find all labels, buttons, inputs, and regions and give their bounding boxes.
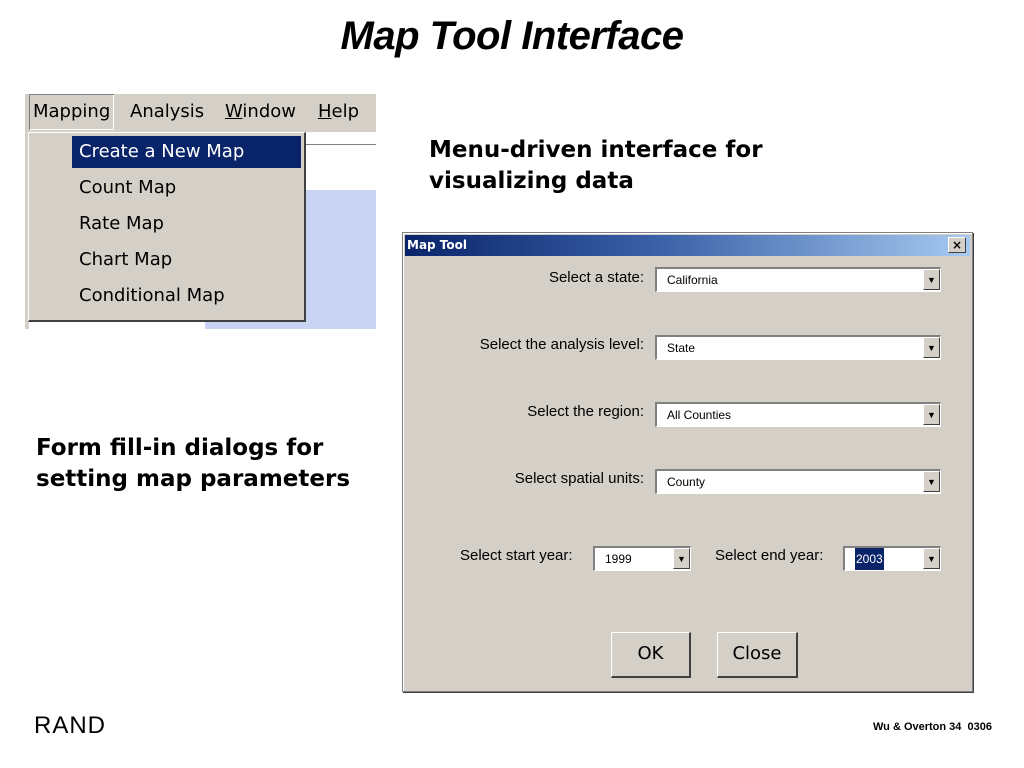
rand-logo: RAND <box>34 712 107 739</box>
end-year-value: 2003 <box>855 548 884 570</box>
menu-window-mnemonic: W <box>225 101 243 122</box>
caption-menu: Menu-driven interface for visualizing da… <box>429 137 763 194</box>
dropdown-arrow-icon[interactable]: ▼ <box>923 548 940 569</box>
dropdown-arrow-icon[interactable]: ▼ <box>923 337 940 358</box>
footer-reference: Wu & Overton 34 0306 <box>872 721 992 733</box>
state-label: Select a state: <box>548 269 644 286</box>
menu-analysis[interactable]: Analysis <box>126 94 208 130</box>
spatial-units-select[interactable]: County ▼ <box>655 469 941 494</box>
start-year-select[interactable]: 1999 ▼ <box>593 546 691 571</box>
end-year-label: Select end year: <box>715 547 824 564</box>
menu-item-conditional-map[interactable]: Conditional Map <box>72 280 301 312</box>
state-value: California <box>667 273 718 287</box>
menu-item-chart-map[interactable]: Chart Map <box>72 244 301 276</box>
dialog-titlebar: Map Tool × <box>405 235 970 256</box>
map-tool-dialog: Map Tool × Select a state: California ▼ … <box>402 232 973 692</box>
menu-window[interactable]: Window <box>221 94 300 130</box>
menu-item-rate-map[interactable]: Rate Map <box>72 208 301 240</box>
spatial-units-label: Select spatial units: <box>514 470 644 487</box>
analysis-level-select[interactable]: State ▼ <box>655 335 941 360</box>
end-year-select[interactable]: 2003 ▼ <box>843 546 941 571</box>
dropdown-arrow-icon[interactable]: ▼ <box>923 269 940 290</box>
region-value: All Counties <box>667 408 732 422</box>
background-field <box>305 144 376 175</box>
menu-help-mnemonic: H <box>318 101 332 122</box>
menu-help[interactable]: Help <box>314 94 363 130</box>
menu-item-create-new-map[interactable]: Create a New Map <box>72 136 301 168</box>
analysis-level-value: State <box>667 341 696 355</box>
mapping-dropdown-menu: Create a New Map Count Map Rate Map Char… <box>28 132 306 322</box>
state-select[interactable]: California ▼ <box>655 267 941 292</box>
dropdown-arrow-icon[interactable]: ▼ <box>673 548 690 569</box>
dropdown-arrow-icon[interactable]: ▼ <box>923 404 940 425</box>
close-button[interactable]: Close <box>717 632 798 678</box>
start-year-value: 1999 <box>605 552 632 566</box>
start-year-label: Select start year: <box>460 547 573 564</box>
ok-button[interactable]: OK <box>611 632 691 678</box>
slide-title: Map Tool Interface <box>340 14 684 58</box>
region-label: Select the region: <box>527 403 644 420</box>
menu-mapping[interactable]: Mapping <box>29 94 114 130</box>
menu-screenshot: Mapping Analysis Window Help Create a Ne… <box>25 94 376 329</box>
close-icon[interactable]: × <box>948 237 966 253</box>
menu-item-count-map[interactable]: Count Map <box>72 172 301 204</box>
region-select[interactable]: All Counties ▼ <box>655 402 941 427</box>
menu-window-rest: indow <box>242 101 296 122</box>
dialog-title: Map Tool <box>407 238 467 252</box>
menu-bar: Mapping Analysis Window Help <box>25 94 376 132</box>
analysis-level-label: Select the analysis level: <box>479 336 644 353</box>
menu-help-rest: elp <box>331 101 360 122</box>
spatial-units-value: County <box>667 475 706 489</box>
dropdown-arrow-icon[interactable]: ▼ <box>923 471 940 492</box>
caption-form: Form fill-in dialogs for setting map par… <box>36 435 351 492</box>
